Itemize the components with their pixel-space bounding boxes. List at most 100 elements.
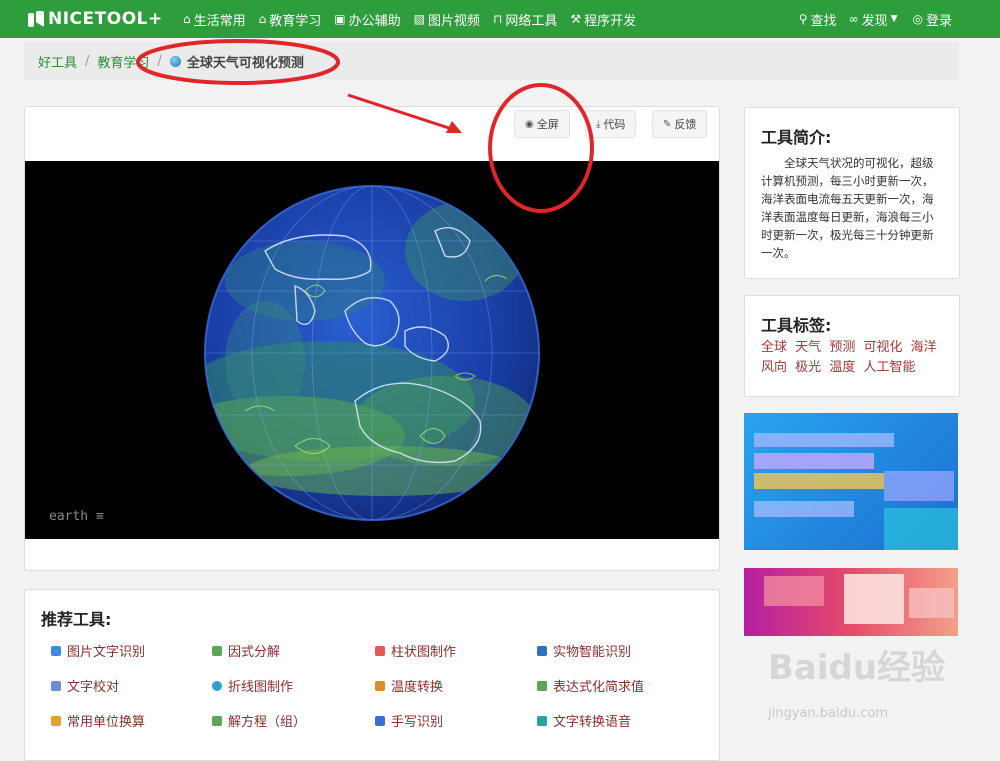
intro-title: 工具简介: [761,128,832,147]
tag[interactable]: 全球 [761,340,787,355]
rec-item-handwriting[interactable]: 手写识别 [375,711,443,730]
tag[interactable]: 人工智能 [863,360,915,375]
rec-item-label: 实物智能识别 [553,645,632,660]
rec-item-label: 文字转换语音 [553,715,632,730]
ad-blur-block [884,508,958,550]
ocr-icon [51,645,61,656]
graduation-cap-icon: ⌂ [258,12,267,26]
rec-item-label: 因式分解 [228,645,281,660]
nav-item-label: 程序开发 [584,13,637,29]
nav-item-office[interactable]: ▣ 办公辅助 [334,0,400,38]
nav-search-label: 查找 [810,13,837,29]
nav-item-life[interactable]: ⌂ 生活常用 [183,0,246,38]
rec-item-temperature[interactable]: 温度转换 [375,676,443,695]
ruler-icon [51,715,61,726]
rec-item-image-ocr[interactable]: 图片文字识别 [51,641,145,660]
ad-blur-block [764,576,824,606]
nav-item-label: 网络工具 [505,13,558,29]
binoculars-icon: ∞ [848,12,859,26]
rec-item-bar-chart[interactable]: 柱状图制作 [375,641,456,660]
ad-banner-2[interactable] [744,568,958,636]
rec-item-tts[interactable]: 文字转换语音 [537,711,631,730]
rec-item-simplify[interactable]: 表达式化简求值 [537,676,644,695]
camera-icon [537,645,547,656]
watermark-url: jingyan.baidu.com [768,706,888,721]
intro-text: 全球天气状况的可视化，超级计算机预测，每三小时更新一次，海洋表面电流每五天更新一… [761,156,934,260]
nav-item-education[interactable]: ⌂ 教育学习 [259,0,322,38]
network-icon: ⊓ [493,12,503,26]
rec-item-label: 图片文字识别 [67,645,146,660]
tool-panel: ◉ 全屏 ⤓ 代码 ✎ 反馈 earth ≡ [24,106,720,571]
download-icon: ⤓ [596,118,601,130]
wechat-icon: ◎ [912,12,923,26]
tag[interactable]: 可视化 [863,340,902,355]
site-logo[interactable]: NICETOOL+ [28,7,163,31]
tag[interactable]: 海洋 [911,340,937,355]
earth-viewer[interactable]: earth ≡ [25,161,719,539]
nav-discover-dropdown[interactable]: ∞ 发现 ▼ [849,0,901,38]
earth-menu-toggle[interactable]: earth ≡ [49,509,104,524]
ad-blur-block [754,501,854,517]
nav-item-media[interactable]: ▧ 图片视频 [414,0,480,38]
rec-item-label: 文字校对 [67,680,120,695]
search-icon: ⚲ [798,12,808,26]
nav-login[interactable]: ◎ 登录 [913,0,953,38]
watermark-brand: Baidu经验 [768,648,946,688]
calculator-icon [537,680,547,691]
thermometer-icon [375,680,385,691]
nav-right: ⚲ 查找 ∞ 发现 ▼ ◎ 登录 [787,0,952,38]
ad-blur-block [884,471,954,501]
rec-item-factorize[interactable]: 因式分解 [212,641,280,660]
tag[interactable]: 温度 [829,360,855,375]
tag[interactable]: 天气 [795,340,821,355]
ad-banner-1[interactable] [744,413,958,550]
rec-item-line-chart[interactable]: 折线图制作 [212,676,293,695]
recommended-title: 推荐工具: [41,610,112,629]
ad-blur-block [844,574,904,624]
tag-list: 全球 天气 预测 可视化 海洋 风向 极光 温度 人工智能 [761,338,951,378]
nav-item-dev[interactable]: ⚒ 程序开发 [570,0,636,38]
calculator-icon [212,645,222,656]
speaker-icon [537,715,547,726]
edit-icon: ✎ [663,118,672,130]
rec-item-label: 手写识别 [391,715,444,730]
wrench-icon: ⚒ [570,12,582,26]
tags-card: 工具标签: 全球 天气 预测 可视化 海洋 风向 极光 温度 人工智能 [744,295,960,397]
nav-item-label: 教育学习 [269,13,322,29]
nav-item-network[interactable]: ⊓ 网络工具 [493,0,557,38]
caret-down-icon: ▼ [890,14,898,24]
tag[interactable]: 预测 [829,340,855,355]
pen-icon [375,715,385,726]
nav-search[interactable]: ⚲ 查找 [799,0,837,38]
rec-item-label: 解方程（组） [228,715,307,730]
breadcrumb-category[interactable]: 教育学习 [97,52,149,71]
logo-text: NICETOOL+ [48,9,163,29]
nav-item-label: 生活常用 [193,13,246,29]
code-label: 代码 [603,118,626,131]
tags-title: 工具标签: [761,316,832,335]
rec-item-label: 折线图制作 [228,680,294,695]
nav-discover-label: 发现 [861,13,888,29]
calendar-icon: ▣ [334,12,346,26]
earth-globe[interactable] [25,161,719,539]
rec-item-label: 常用单位换算 [67,715,146,730]
globe-icon [169,55,181,67]
code-button[interactable]: ⤓ 代码 [585,110,637,138]
breadcrumb-current-label: 全球天气可视化预测 [186,55,304,71]
nav-login-label: 登录 [925,13,952,29]
tag[interactable]: 极光 [795,360,821,375]
ad-blur-block [754,433,894,447]
feedback-button[interactable]: ✎ 反馈 [652,110,708,138]
rec-item-equations[interactable]: 解方程（组） [212,711,306,730]
fullscreen-button[interactable]: ◉ 全屏 [514,110,570,138]
breadcrumb-home[interactable]: 好工具 [38,52,77,71]
rec-item-units[interactable]: 常用单位换算 [51,711,145,730]
line-chart-icon [212,680,222,691]
recommended-tools: 推荐工具: 图片文字识别 因式分解 柱状图制作 实物智能识别 文字校对 折线图制… [24,589,720,761]
rec-item-proofread[interactable]: 文字校对 [51,676,119,695]
intro-card: 工具简介: 全球天气状况的可视化，超级计算机预测，每三小时更新一次，海洋表面电流… [744,107,960,279]
image-icon: ▧ [413,12,425,26]
tag[interactable]: 风向 [761,360,787,375]
breadcrumb-separator: / [157,53,162,69]
rec-item-object-recognition[interactable]: 实物智能识别 [537,641,631,660]
